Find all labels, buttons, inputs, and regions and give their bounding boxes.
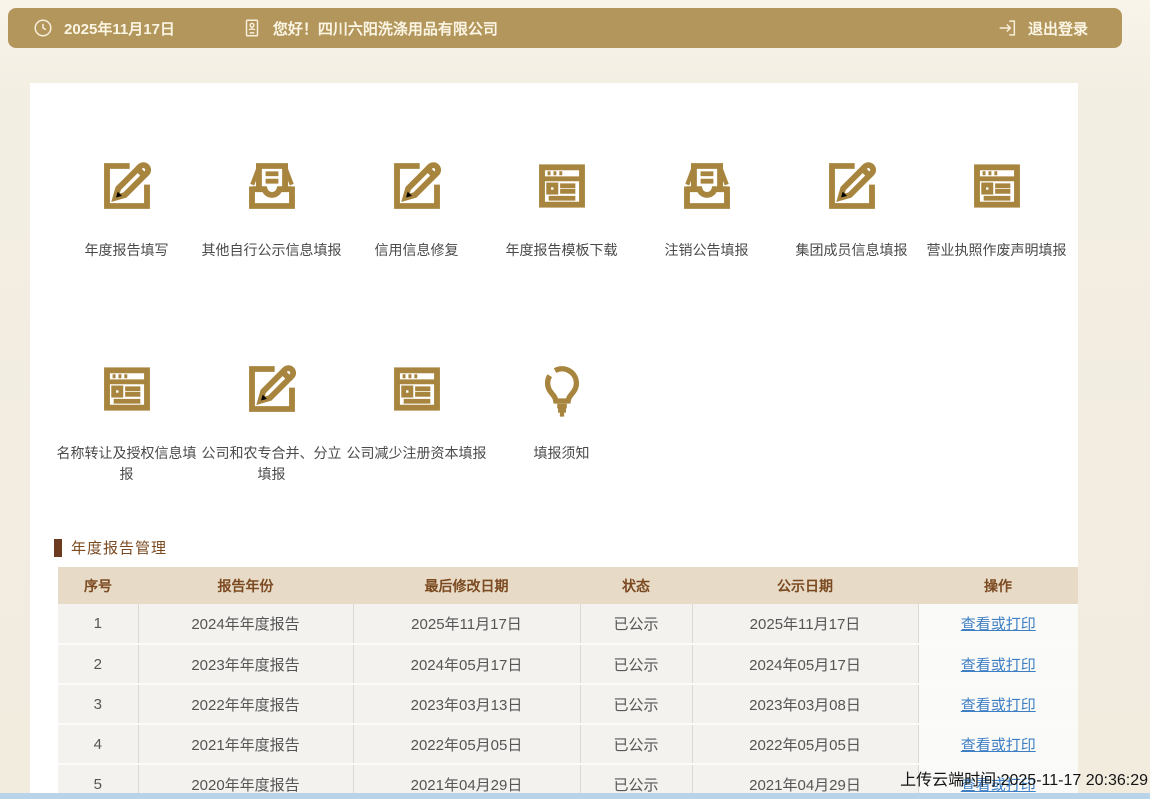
view-print-link[interactable]: 查看或打印: [961, 697, 1036, 714]
feature-label: 注销公告填报: [665, 240, 749, 261]
browser-icon: [87, 349, 167, 429]
feature-item[interactable]: 名称转让及授权信息填报: [54, 349, 199, 485]
cell-last-modified: 2023年03月13日: [353, 684, 580, 724]
cell-status: 已公示: [580, 724, 692, 764]
feature-item[interactable]: 年度报告模板下载: [489, 146, 634, 261]
edit-icon: [232, 349, 312, 429]
table-row: 1 2024年年度报告 2025年11月17日 已公示 2025年11月17日 …: [58, 604, 1078, 644]
cell-status: 已公示: [580, 684, 692, 724]
date-group: 2025年11月17日: [32, 17, 175, 39]
cell-index: 2: [58, 644, 138, 684]
feature-item[interactable]: 营业执照作废声明填报: [924, 146, 1069, 261]
feature-label: 信用信息修复: [375, 240, 459, 261]
section-bar-icon: [54, 539, 62, 557]
feature-label: 公司和农专合并、分立填报: [199, 443, 344, 485]
cell-status: 已公示: [580, 604, 692, 644]
table-header-row: 序号报告年份最后修改日期状态公示日期操作: [58, 567, 1078, 604]
clock-icon: [32, 17, 54, 39]
cell-report-year: 2023年年度报告: [138, 644, 353, 684]
view-print-link[interactable]: 查看或打印: [961, 616, 1036, 633]
cell-action: 查看或打印: [918, 644, 1078, 684]
cell-last-modified: 2024年05月17日: [353, 644, 580, 684]
cell-publish-date: 2024年05月17日: [692, 644, 918, 684]
cell-index: 4: [58, 724, 138, 764]
annual-report-table: 序号报告年份最后修改日期状态公示日期操作 1 2024年年度报告 2025年11…: [58, 567, 1078, 799]
bottom-edge-strip: [0, 793, 1150, 799]
cell-action: 查看或打印: [918, 604, 1078, 644]
feature-item[interactable]: 公司和农专合并、分立填报: [199, 349, 344, 485]
feature-item[interactable]: 公司减少注册资本填报: [344, 349, 489, 485]
feature-grid-row1: 年度报告填写 其他自行公示信息填报 信用信息修复 年度报告模板下载 注销公告填报…: [30, 146, 1078, 261]
view-print-link[interactable]: 查看或打印: [961, 657, 1036, 674]
column-header: 最后修改日期: [353, 567, 580, 604]
browser-icon: [377, 349, 457, 429]
logout-icon: [996, 17, 1018, 39]
feature-label: 填报须知: [534, 443, 590, 464]
cell-report-year: 2022年年度报告: [138, 684, 353, 724]
cell-index: 1: [58, 604, 138, 644]
edit-icon: [87, 146, 167, 226]
feature-item[interactable]: 其他自行公示信息填报: [199, 146, 344, 261]
cell-publish-date: 2023年03月08日: [692, 684, 918, 724]
edit-icon: [377, 146, 457, 226]
browser-icon: [957, 146, 1037, 226]
cell-action: 查看或打印: [918, 684, 1078, 724]
main-card: 年度报告填写 其他自行公示信息填报 信用信息修复 年度报告模板下载 注销公告填报…: [30, 83, 1078, 799]
cell-report-year: 2024年年度报告: [138, 604, 353, 644]
logout-button[interactable]: 退出登录: [996, 17, 1088, 39]
bulb-icon: [522, 349, 602, 429]
table-row: 4 2021年年度报告 2022年05月05日 已公示 2022年05月05日 …: [58, 724, 1078, 764]
column-header: 公示日期: [692, 567, 918, 604]
column-header: 状态: [580, 567, 692, 604]
feature-item[interactable]: 信用信息修复: [344, 146, 489, 261]
browser-icon: [522, 146, 602, 226]
feature-item[interactable]: 年度报告填写: [54, 146, 199, 261]
feature-item[interactable]: 集团成员信息填报: [779, 146, 924, 261]
table-row: 2 2023年年度报告 2024年05月17日 已公示 2024年05月17日 …: [58, 644, 1078, 684]
inbox-icon: [232, 146, 312, 226]
section-header: 年度报告管理: [54, 537, 1078, 558]
feature-label: 集团成员信息填报: [796, 240, 908, 261]
current-date: 2025年11月17日: [64, 18, 175, 39]
cell-publish-date: 2022年05月05日: [692, 724, 918, 764]
feature-item[interactable]: 注销公告填报: [634, 146, 779, 261]
id-card-icon: [241, 17, 263, 39]
cell-action: 查看或打印: [918, 724, 1078, 764]
user-group: 您好！四川六阳洗涤用品有限公司: [241, 17, 498, 39]
upload-timestamp-watermark: 上传云端时间:2025-11-17 20:36:29: [900, 766, 1148, 790]
greeting-text: 您好！四川六阳洗涤用品有限公司: [273, 18, 498, 39]
column-header: 报告年份: [138, 567, 353, 604]
cell-report-year: 2021年年度报告: [138, 724, 353, 764]
logout-label: 退出登录: [1028, 18, 1088, 39]
column-header: 序号: [58, 567, 138, 604]
top-bar: 2025年11月17日 您好！四川六阳洗涤用品有限公司 退出登录: [8, 8, 1122, 48]
feature-label: 其他自行公示信息填报: [202, 240, 342, 261]
feature-label: 营业执照作废声明填报: [927, 240, 1067, 261]
table-row: 3 2022年年度报告 2023年03月13日 已公示 2023年03月08日 …: [58, 684, 1078, 724]
column-header: 操作: [918, 567, 1078, 604]
section-title: 年度报告管理: [71, 537, 167, 558]
view-print-link[interactable]: 查看或打印: [961, 737, 1036, 754]
edit-icon: [812, 146, 892, 226]
feature-label: 年度报告填写: [85, 240, 169, 261]
feature-label: 公司减少注册资本填报: [347, 443, 487, 464]
cell-publish-date: 2025年11月17日: [692, 604, 918, 644]
inbox-icon: [667, 146, 747, 226]
cell-index: 3: [58, 684, 138, 724]
feature-grid-row2: 名称转让及授权信息填报 公司和农专合并、分立填报 公司减少注册资本填报 填报须知: [30, 349, 1078, 485]
cell-last-modified: 2022年05月05日: [353, 724, 580, 764]
cell-status: 已公示: [580, 644, 692, 684]
feature-label: 名称转让及授权信息填报: [54, 443, 199, 485]
cell-last-modified: 2025年11月17日: [353, 604, 580, 644]
feature-item[interactable]: 填报须知: [489, 349, 634, 485]
feature-label: 年度报告模板下载: [506, 240, 618, 261]
